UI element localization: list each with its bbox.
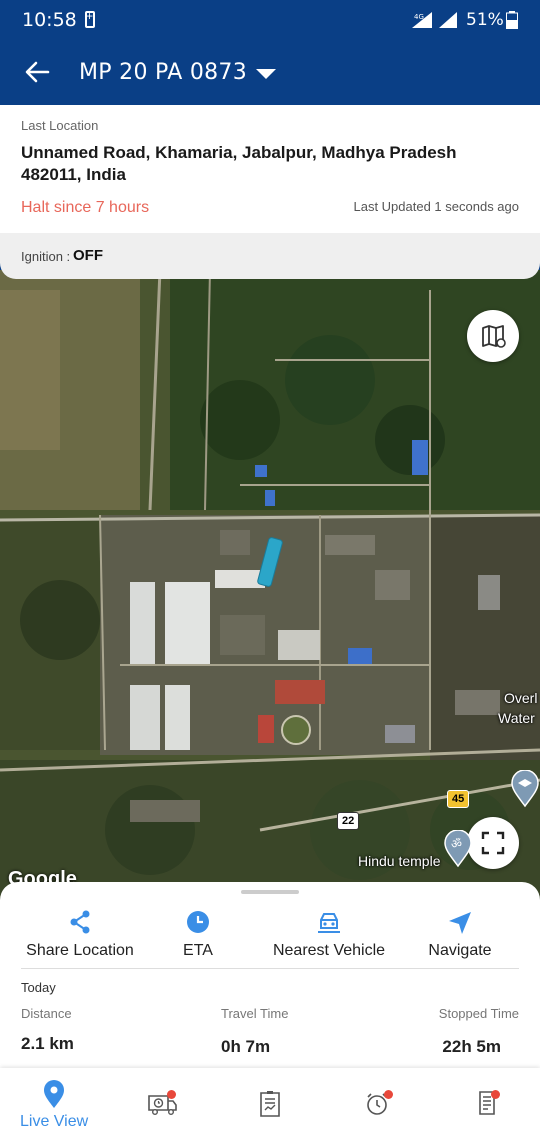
share-location-label: Share Location xyxy=(26,942,134,959)
bottom-sheet: Share Location ETA Nearest Vehicle Navig… xyxy=(0,882,540,1068)
eta-button[interactable]: ETA xyxy=(168,908,228,960)
location-card: Last Location Unnamed Road, Khamaria, Ja… xyxy=(0,105,540,235)
status-time: 10:58 xyxy=(22,9,77,31)
battery-icon xyxy=(506,11,518,29)
map-layers-icon xyxy=(482,325,506,348)
notification-badge xyxy=(491,1090,500,1099)
nav-live-view[interactable]: Live View xyxy=(0,1068,108,1140)
signal-icon xyxy=(439,12,457,28)
school-pin-icon[interactable] xyxy=(510,770,540,808)
navigate-label: Navigate xyxy=(428,942,492,959)
app-bar: MP 20 PA 0873 xyxy=(0,40,540,105)
battery-percent: 51% xyxy=(466,10,504,30)
share-location-button[interactable]: Share Location xyxy=(20,908,140,960)
satellite-map[interactable]: Overl Water Hindu temple 45 22 ॐ Google xyxy=(0,270,540,900)
halt-status: Halt since 7 hours xyxy=(21,199,150,216)
temple-pin-icon[interactable]: ॐ xyxy=(443,830,473,868)
distance-label: Distance xyxy=(21,1006,72,1021)
map-place-label: Water xyxy=(498,710,535,726)
vehicle-icon xyxy=(318,913,340,933)
road-shield: 45 xyxy=(447,790,470,808)
nearest-vehicle-label: Nearest Vehicle xyxy=(272,942,386,959)
map-layers-button[interactable] xyxy=(467,310,519,362)
status-bar: 10:58 4G 51% xyxy=(0,0,540,40)
notification-badge xyxy=(167,1090,176,1099)
navigate-icon xyxy=(449,912,471,934)
stopped-time-label: Stopped Time xyxy=(438,1006,519,1021)
ignition-value: OFF xyxy=(73,247,103,264)
svg-text:ॐ: ॐ xyxy=(451,837,462,851)
share-icon xyxy=(70,910,90,934)
last-location-label: Last Location xyxy=(21,118,99,133)
navigate-button[interactable]: Navigate xyxy=(418,908,502,960)
location-pin-icon xyxy=(44,1080,64,1108)
network-label: 4G xyxy=(414,13,424,21)
eta-label: ETA xyxy=(183,942,213,959)
nav-reports[interactable] xyxy=(216,1068,324,1140)
address-text: Unnamed Road, Khamaria, Jabalpur, Madhya… xyxy=(21,143,457,184)
ignition-label: Ignition : xyxy=(21,249,71,264)
fullscreen-icon xyxy=(481,831,505,855)
road-shield: 22 xyxy=(337,812,360,830)
stopped-time-value: 22h 5m xyxy=(442,1037,501,1056)
map-place-label: Hindu temple xyxy=(358,853,441,869)
nav-live-view-label: Live View xyxy=(20,1113,89,1130)
distance-value: 2.1 km xyxy=(21,1034,74,1053)
sheet-drag-handle[interactable] xyxy=(241,890,299,894)
map-place-label: Overl xyxy=(504,690,538,706)
travel-time-label: Travel Time xyxy=(221,1006,289,1021)
nav-alerts[interactable] xyxy=(324,1068,432,1140)
nearest-vehicle-button[interactable]: Nearest Vehicle xyxy=(264,908,394,960)
nav-trip-history[interactable] xyxy=(108,1068,216,1140)
arrow-left-icon[interactable] xyxy=(24,59,50,85)
bottom-nav: Live View xyxy=(0,1068,540,1140)
travel-time-value: 0h 7m xyxy=(221,1037,271,1056)
clock-icon xyxy=(187,911,209,933)
notification-badge xyxy=(384,1090,393,1099)
battery-saver-icon xyxy=(85,9,95,28)
ignition-bar: Ignition : OFF xyxy=(0,233,540,279)
fullscreen-button[interactable] xyxy=(467,817,519,869)
nav-documents[interactable] xyxy=(432,1068,540,1140)
report-icon xyxy=(260,1091,280,1117)
divider xyxy=(21,968,519,969)
stats-period: Today xyxy=(21,980,56,995)
last-updated: Last Updated 1 seconds ago xyxy=(353,199,519,214)
vehicle-title[interactable]: MP 20 PA 0873 xyxy=(79,60,247,85)
caret-down-icon[interactable] xyxy=(256,69,276,79)
network-4g-icon: 4G xyxy=(412,12,432,28)
